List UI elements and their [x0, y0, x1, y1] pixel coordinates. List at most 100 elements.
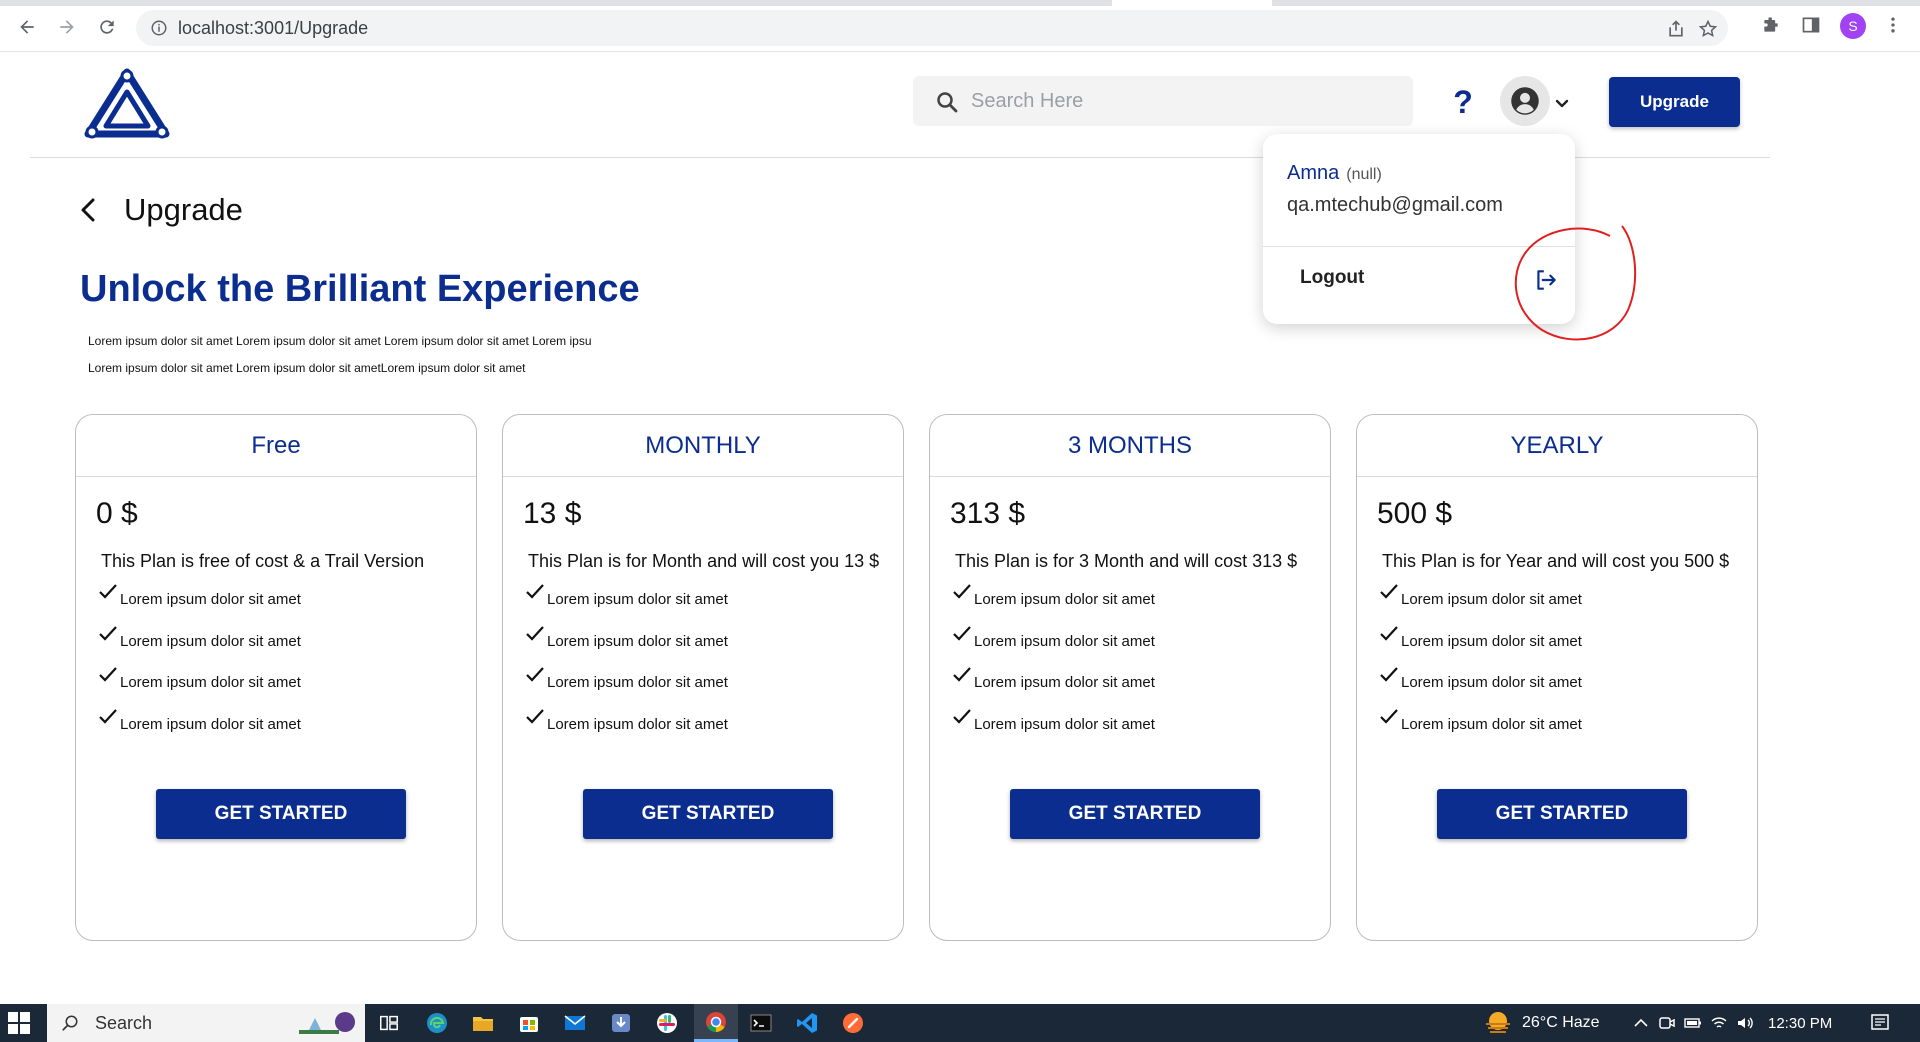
- plan-description: This Plan is for Year and will cost you …: [1382, 551, 1730, 571]
- plan-feature-text: Lorem ipsum dolor sit amet: [547, 591, 728, 608]
- profile-avatar-button[interactable]: [1500, 76, 1550, 126]
- site-info-icon[interactable]: [150, 19, 168, 37]
- checkmark-icon: [953, 584, 971, 599]
- brand-logo[interactable]: [84, 68, 170, 140]
- plan-name: MONTHLY: [503, 415, 903, 477]
- plan-feature-text: Lorem ipsum dolor sit amet: [547, 674, 728, 691]
- share-icon[interactable]: [1666, 19, 1686, 39]
- terminal-icon[interactable]: [748, 1010, 774, 1036]
- plan-feature: Lorem ipsum dolor sit amet: [98, 625, 301, 671]
- hero-description: Lorem ipsum dolor sit amet Lorem ipsum d…: [88, 328, 648, 382]
- taskbar-search-box[interactable]: Search: [47, 1004, 365, 1042]
- weather-text[interactable]: 26°C Haze: [1522, 1014, 1600, 1032]
- edge-browser-icon[interactable]: [424, 1010, 450, 1036]
- slack-icon[interactable]: [654, 1010, 680, 1036]
- mail-icon[interactable]: [562, 1010, 588, 1036]
- plan-feature-text: Lorem ipsum dolor sit amet: [120, 632, 301, 650]
- volume-icon[interactable]: [1736, 1014, 1754, 1032]
- clock-time[interactable]: 12:30 PM: [1768, 1015, 1832, 1032]
- reload-icon[interactable]: [92, 12, 122, 42]
- taskbar-search-label[interactable]: Search: [95, 1013, 152, 1034]
- battery-icon[interactable]: [1684, 1014, 1702, 1032]
- chevron-down-icon[interactable]: [1554, 96, 1570, 112]
- forward-nav-icon[interactable]: [52, 12, 82, 42]
- tab-strip: [0, 0, 1920, 6]
- profile-status: (null): [1346, 166, 1382, 183]
- checkmark-icon: [99, 625, 117, 641]
- plan-card-monthly: MONTHLY 13 $ This Plan is for Month and …: [502, 414, 904, 941]
- checkmark-icon: [526, 584, 544, 599]
- plan-feature-text: Lorem ipsum dolor sit amet: [120, 674, 301, 691]
- downloads-app-icon[interactable]: [608, 1010, 634, 1036]
- plan-feature: Lorem ipsum dolor sit amet: [525, 584, 728, 629]
- plan-feature: Lorem ipsum dolor sit amet: [525, 667, 728, 712]
- file-explorer-icon[interactable]: [470, 1010, 496, 1036]
- checkmark-icon: [1380, 625, 1398, 641]
- page-title: Upgrade: [124, 192, 243, 227]
- help-icon[interactable]: ?: [1448, 82, 1478, 122]
- chrome-browser-icon[interactable]: [694, 1004, 738, 1042]
- plan-description: This Plan is for 3 Month and will cost 3…: [955, 551, 1298, 571]
- upgrade-button[interactable]: Upgrade: [1609, 77, 1740, 127]
- plan-feature: Lorem ipsum dolor sit amet: [1379, 708, 1582, 754]
- side-panel-icon[interactable]: [1800, 14, 1822, 36]
- profile-name-row: Amna (null): [1287, 162, 1382, 185]
- plan-feature: Lorem ipsum dolor sit amet: [525, 625, 728, 671]
- vscode-icon[interactable]: [794, 1010, 820, 1036]
- plan-feature-text: Lorem ipsum dolor sit amet: [974, 632, 1155, 650]
- get-started-button[interactable]: GET STARTED: [583, 789, 833, 839]
- task-view-icon[interactable]: [376, 1010, 402, 1036]
- search-highlight-art-icon: [299, 1012, 355, 1034]
- plan-name: 3 MONTHS: [930, 415, 1330, 477]
- plan-feature-text: Lorem ipsum dolor sit amet: [120, 715, 301, 733]
- browser-toolbar: localhost:3001/Upgrade S: [0, 0, 1920, 52]
- red-annotation-circle: [1514, 225, 1637, 341]
- plan-feature: Lorem ipsum dolor sit amet: [525, 708, 728, 754]
- get-started-button[interactable]: GET STARTED: [156, 789, 406, 839]
- plan-feature-text: Lorem ipsum dolor sit amet: [1401, 715, 1582, 733]
- microsoft-store-icon[interactable]: [516, 1010, 542, 1036]
- url-text[interactable]: localhost:3001/Upgrade: [178, 18, 368, 39]
- get-started-button[interactable]: GET STARTED: [1437, 789, 1687, 839]
- plan-feature-text: Lorem ipsum dolor sit amet: [974, 591, 1155, 608]
- plan-feature-text: Lorem ipsum dolor sit amet: [547, 632, 728, 650]
- taskbar-search-icon: [62, 1015, 78, 1031]
- active-tab-edge[interactable]: [1112, 0, 1272, 6]
- windows-taskbar: Search 26°C Haze 12:30 PM: [0, 1004, 1920, 1042]
- search-bar[interactable]: [913, 76, 1413, 126]
- checkmark-icon: [99, 584, 117, 599]
- hero-description-line: Lorem ipsum dolor sit amet Lorem ipsum d…: [88, 334, 592, 348]
- hero-title: Unlock the Brilliant Experience: [80, 268, 640, 310]
- wifi-icon[interactable]: [1710, 1014, 1728, 1032]
- plan-price: 0 $: [96, 497, 138, 530]
- checkmark-icon: [953, 625, 971, 641]
- meet-now-icon[interactable]: [1658, 1014, 1676, 1032]
- plan-feature-text: Lorem ipsum dolor sit amet: [1401, 632, 1582, 650]
- plan-feature-text: Lorem ipsum dolor sit amet: [1401, 591, 1582, 608]
- postman-icon[interactable]: [840, 1010, 866, 1036]
- plan-feature: Lorem ipsum dolor sit amet: [98, 584, 301, 629]
- notifications-icon[interactable]: [1870, 1013, 1890, 1033]
- back-arrow-icon[interactable]: [78, 197, 100, 223]
- plan-feature-text: Lorem ipsum dolor sit amet: [547, 715, 728, 733]
- browser-profile-avatar[interactable]: S: [1840, 13, 1866, 39]
- plan-feature-text: Lorem ipsum dolor sit amet: [120, 591, 301, 608]
- windows-start-icon[interactable]: [8, 1012, 30, 1034]
- plan-feature: Lorem ipsum dolor sit amet: [952, 667, 1155, 712]
- logout-label[interactable]: Logout: [1300, 267, 1364, 289]
- browser-menu-icon[interactable]: [1882, 14, 1904, 36]
- plan-price: 500 $: [1377, 497, 1453, 530]
- weather-haze-icon[interactable]: [1482, 1010, 1514, 1036]
- bookmark-star-icon[interactable]: [1698, 19, 1718, 39]
- plan-feature-text: Lorem ipsum dolor sit amet: [974, 715, 1155, 733]
- checkmark-icon: [99, 708, 117, 724]
- page-title-row: Upgrade: [78, 190, 243, 230]
- get-started-button[interactable]: GET STARTED: [1010, 789, 1260, 839]
- chevron-up-icon[interactable]: [1632, 1014, 1650, 1032]
- checkmark-icon: [526, 708, 544, 724]
- extensions-icon[interactable]: [1760, 14, 1782, 36]
- address-bar[interactable]: localhost:3001/Upgrade: [136, 10, 1728, 46]
- plan-feature-list: Lorem ipsum dolor sit amet Lorem ipsum d…: [952, 584, 1155, 753]
- back-nav-icon[interactable]: [12, 12, 42, 42]
- search-input[interactable]: [971, 85, 1391, 117]
